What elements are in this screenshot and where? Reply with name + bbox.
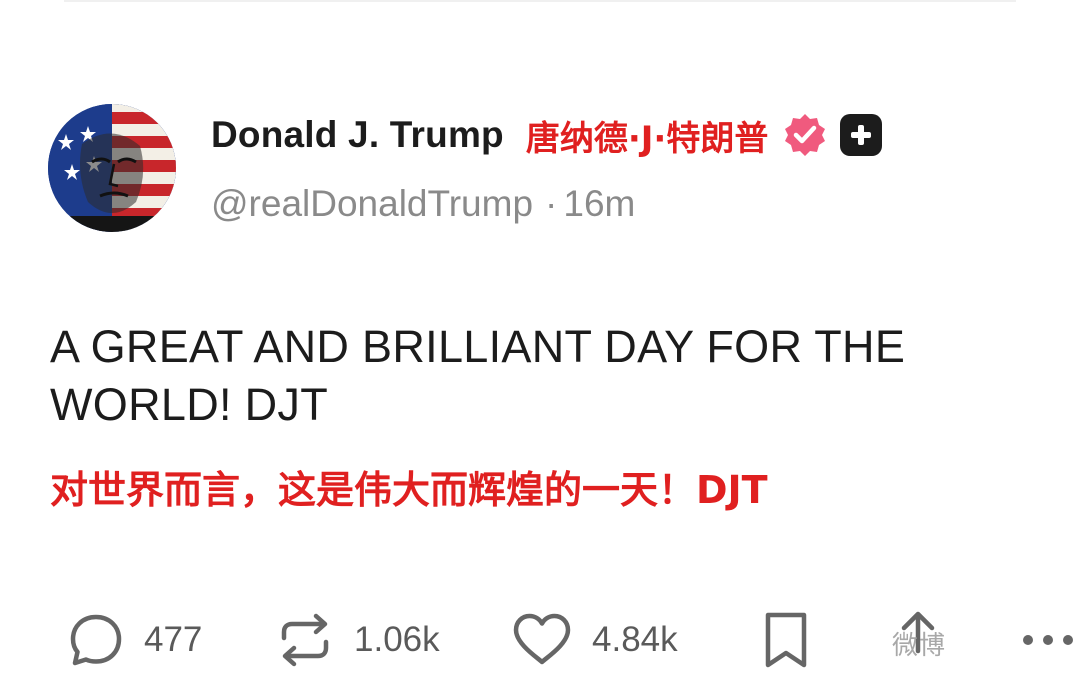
author-handle[interactable]: @realDonaldTrump [211,183,533,224]
avatar[interactable] [48,104,176,232]
watermark: 微博 [892,631,947,661]
reply-icon [70,614,122,666]
reply-count: 477 [144,620,203,659]
author-name-row: Donald J. Trump 唐纳德·J·特朗普 [211,110,883,160]
reply-button[interactable]: 477 [68,605,202,675]
repost-button[interactable]: 1.06k [276,605,440,675]
meta-separator: · [545,183,558,224]
author-meta: @realDonaldTrump · 16m [211,183,635,225]
avatar-image [48,104,176,232]
verified-badge-icon [785,114,826,156]
bookmark-button[interactable] [762,605,810,675]
repost-count: 1.06k [354,620,440,659]
post-timestamp[interactable]: 16m [563,183,635,224]
author-display-name-translation: 唐纳德·J·特朗普 [525,118,769,159]
post-translation: 对世界而言，这是伟大而辉煌的一天！DJT [50,468,768,512]
author-display-name[interactable]: Donald J. Trump [211,114,504,156]
plus-badge-icon [840,114,883,156]
repost-icon [281,613,329,667]
more-button[interactable] [1018,605,1078,675]
post-text: A GREAT AND BRILLIANT DAY FOR THE WORLD!… [50,321,906,430]
like-count: 4.84k [592,620,678,659]
heart-icon [513,613,571,665]
bookmark-icon [765,612,807,668]
more-icon [1023,635,1073,645]
top-divider [64,0,1016,2]
like-button[interactable]: 4.84k [512,605,678,675]
